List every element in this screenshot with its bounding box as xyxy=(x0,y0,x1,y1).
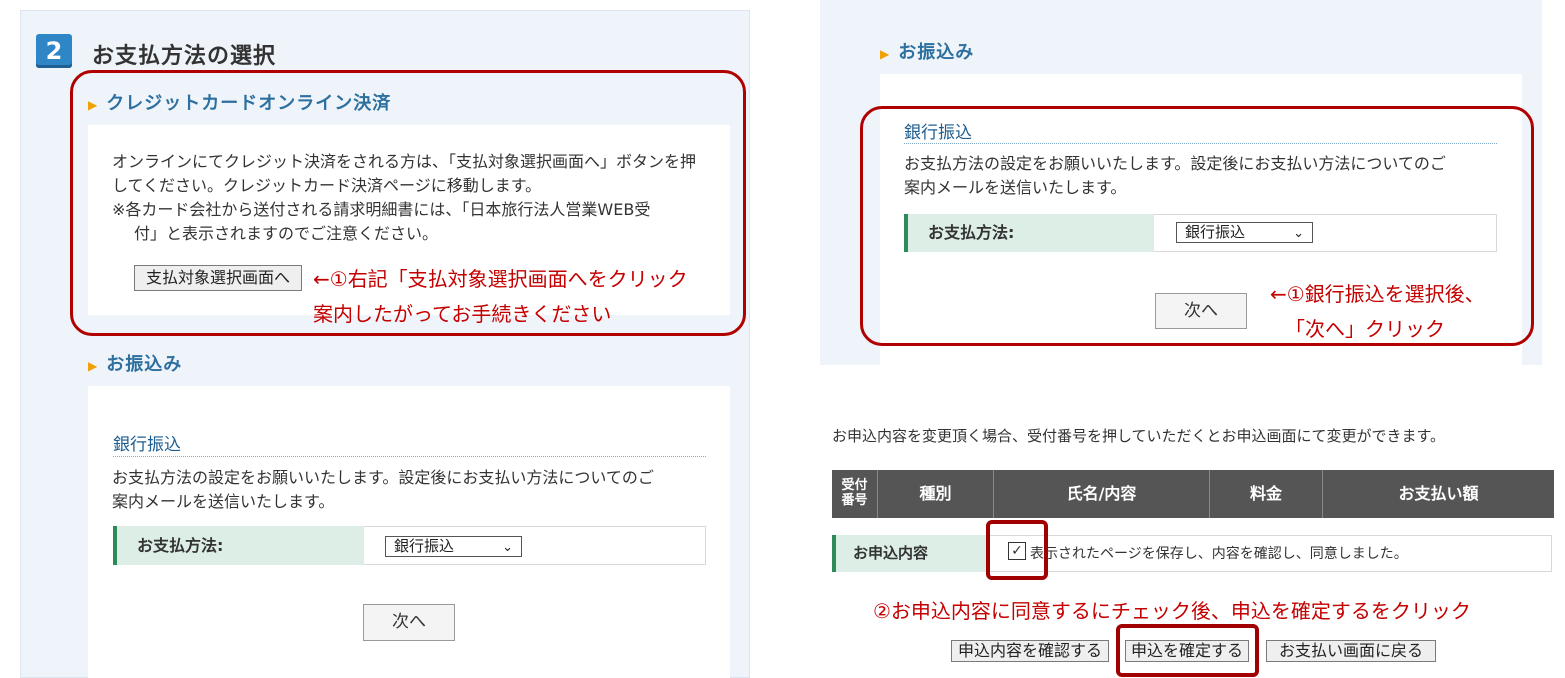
table-header-type: 種別 xyxy=(878,470,994,518)
change-notice: お申込内容を変更頂く場合、受付番号を押していただくとお申込画面にて変更ができます… xyxy=(832,427,1446,445)
header-receipt-line-2: 番号 xyxy=(841,493,868,508)
right-transfer-heading: ▶ お振込み xyxy=(880,42,975,63)
next-button[interactable]: 次へ xyxy=(363,604,455,641)
table-header-receipt-no: 受付 番号 xyxy=(832,470,878,518)
bank-transfer-title: 銀行振込 xyxy=(113,435,181,455)
triangle-right-icon: ▶ xyxy=(88,359,99,373)
payment-method-value: 銀行振込 xyxy=(394,537,455,555)
highlight-frame-bank xyxy=(860,106,1534,346)
annotation-agree: ②お申込内容に同意するにチェック後、申込を確定するをクリック xyxy=(873,599,1471,623)
table-header-name: 氏名/内容 xyxy=(994,470,1210,518)
transfer-desc-line-1: お支払方法の設定をお願いいたします。設定後にお支払い方法についてのご xyxy=(112,468,654,487)
triangle-right-icon: ▶ xyxy=(880,47,891,61)
step-title: お支払方法の選択 xyxy=(92,44,277,69)
transfer-desc-line-2: 案内メールを送信いたします。 xyxy=(112,492,335,511)
highlight-box-submit xyxy=(1116,624,1259,677)
highlight-frame-credit xyxy=(70,70,746,336)
table-header-payment: お支払い額 xyxy=(1323,470,1554,518)
payment-method-label: お支払方法: xyxy=(113,526,364,565)
step-number-badge: 2 xyxy=(36,34,72,68)
agreement-label: お申込内容 xyxy=(832,535,990,572)
header-receipt-line-1: 受付 xyxy=(841,478,868,493)
back-to-payment-button[interactable]: お支払い画面に戻る xyxy=(1266,640,1436,662)
agreement-text: 表示されたページを保存し、内容を確認し、同意しました。 xyxy=(1030,546,1408,562)
application-table: 受付 番号 種別 氏名/内容 料金 お支払い額 xyxy=(832,470,1554,518)
payment-method-select[interactable]: 銀行振込 ⌄ xyxy=(385,536,522,557)
confirm-application-button[interactable]: 申込内容を確認する xyxy=(951,640,1109,662)
table-header-fee: 料金 xyxy=(1210,470,1323,518)
transfer-heading: ▶ お振込み xyxy=(88,354,183,375)
bank-title-divider xyxy=(113,456,706,457)
highlight-box-checkbox xyxy=(986,520,1048,580)
chevron-down-icon: ⌄ xyxy=(502,540,513,555)
transfer-description: お支払方法の設定をお願いいたします。設定後にお支払い方法についてのご 案内メール… xyxy=(112,466,722,514)
